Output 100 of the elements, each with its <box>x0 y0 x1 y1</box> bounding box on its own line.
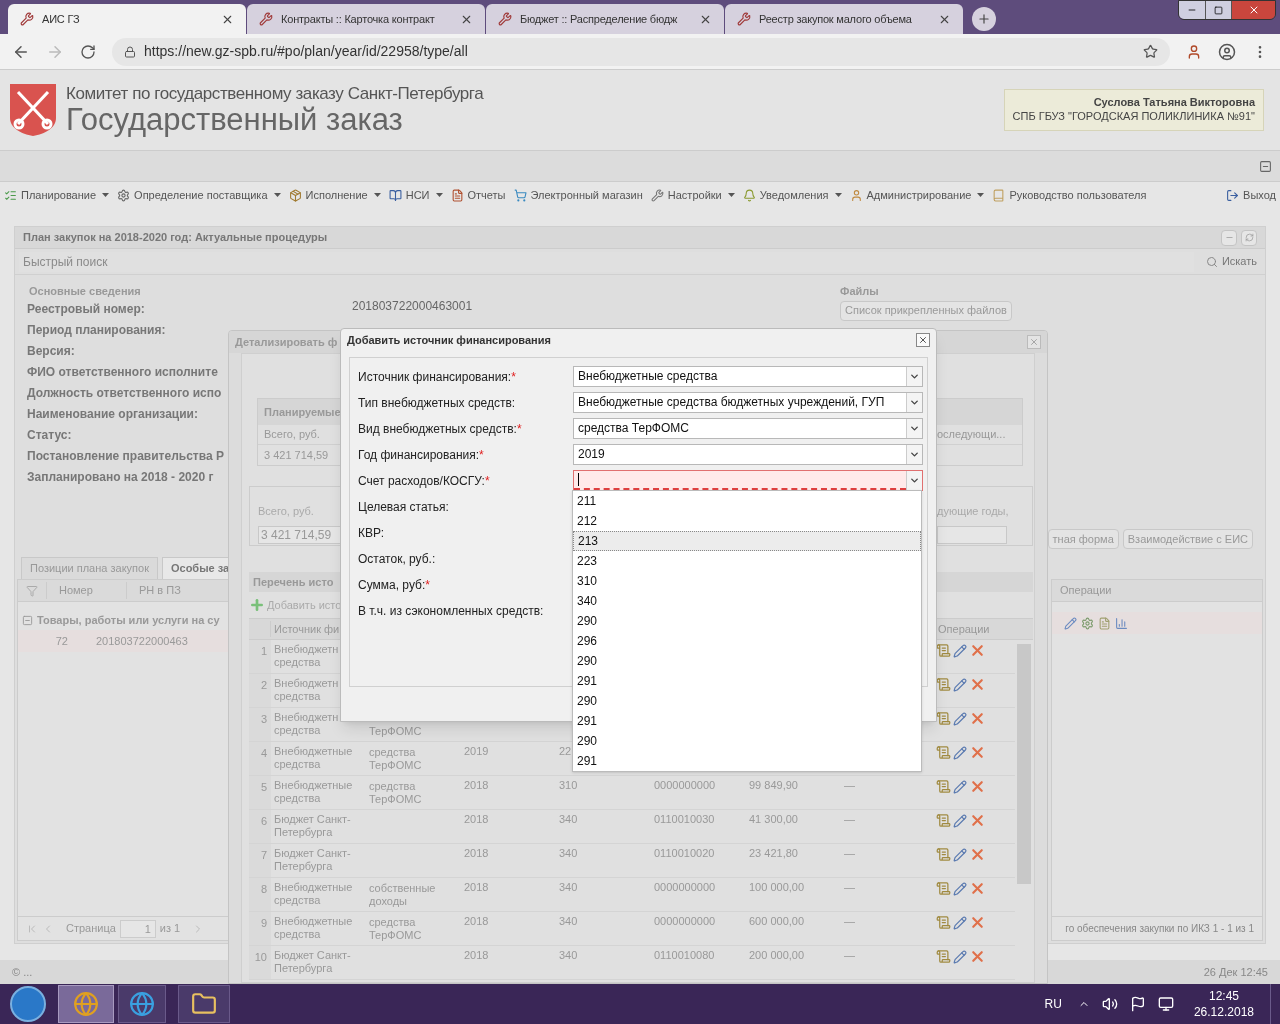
column-header: Всего, руб. <box>263 427 320 443</box>
form-label: Год финансирования:* <box>358 448 484 462</box>
table-cell-text: средства ТерФОМС <box>369 780 423 806</box>
table-cell: 100 000,00 <box>749 881 805 893</box>
tab-title: Реестр закупок малого объема <box>759 11 913 27</box>
field-value: 201803722000463001 <box>352 298 474 315</box>
pager-summary: го обеспечения закупки по ИКЗ 1 - 1 из 1 <box>1065 922 1254 936</box>
row-number: 2 <box>249 674 271 707</box>
table-cell: 200 000,00 <box>749 949 805 961</box>
column-header: Операции <box>937 621 990 637</box>
form-label: Тип внебюджетных средств: <box>358 396 516 410</box>
table-cell: 99 849,90 <box>749 779 798 791</box>
table-cell: 23 421,80 <box>749 847 798 859</box>
field-label: Должность ответственного испо <box>27 384 222 402</box>
form-label: Вид внебюджетных средств:* <box>358 422 522 436</box>
table-cell: 2018 <box>464 915 489 927</box>
box-title: Планируемые <box>264 404 341 420</box>
table-cell: 0110010080 <box>654 949 715 961</box>
field-label: Период планирования: <box>27 321 166 339</box>
table-cell: 340 <box>559 949 578 961</box>
table-cell: Внебюджетные средства <box>274 915 353 940</box>
copyright-text: © ... <box>12 964 33 980</box>
table-cell: — <box>844 779 855 791</box>
row-number: 1 <box>249 640 271 673</box>
dialog-title: Детализировать ф <box>235 334 338 350</box>
row-number: 3 <box>249 708 271 741</box>
table-cell: 2018 <box>464 847 489 859</box>
table-cell: Внебюджетн средства <box>274 643 339 668</box>
table-cell: Бюджет Санкт-Петербурга <box>274 847 351 872</box>
table-cell: — <box>844 915 855 927</box>
form-label: Остаток, руб.: <box>358 552 436 566</box>
form-label: В т.ч. из сэкономленных средств: <box>358 604 544 618</box>
tab-title: Контракты :: Карточка контракт <box>281 11 436 27</box>
section-title: Основные сведения <box>29 284 141 299</box>
dialog-title: Добавить источник финансирования <box>347 332 551 348</box>
pager-label: Страница <box>66 921 116 937</box>
column-header: Операции <box>1059 583 1112 599</box>
page-count: из 1 <box>159 921 181 937</box>
form-label: Сумма, руб:* <box>358 578 430 592</box>
status-datetime: 26 Дек 12:45 <box>1203 964 1268 980</box>
table-cell: Внебюджетн средства <box>274 677 339 702</box>
table-cell: 0000000000 <box>654 779 716 791</box>
table-cell: Внебюджетные средства <box>274 881 353 906</box>
table-cell: 41 300,00 <box>749 813 798 825</box>
tab-title: АИС ГЗ <box>42 11 81 27</box>
site-title: Государственный заказ <box>66 104 404 135</box>
table-cell: 310 <box>559 779 578 791</box>
field-label: Реестровый номер: <box>27 300 145 318</box>
table-cell: 2018 <box>464 813 489 825</box>
field-label: Версия: <box>27 342 75 360</box>
row-number: 6 <box>249 810 271 843</box>
section-title: Перечень исто <box>253 574 334 590</box>
form-label: Источник финансирования:* <box>358 370 516 384</box>
column-header: РН в ПЗ <box>126 582 181 599</box>
table-cell: 340 <box>559 813 578 825</box>
form-label: КВР: <box>358 526 385 540</box>
table-cell: 2018 <box>464 881 489 893</box>
row-number: 9 <box>249 912 271 945</box>
table-cell-text: 201803722000463 <box>95 633 188 649</box>
table-cell: 2018 <box>464 779 489 791</box>
user-organization: СПБ ГБУЗ "ГОРОДСКАЯ ПОЛИКЛИНИКА №91" <box>1012 110 1255 124</box>
row-number: 8 <box>249 878 271 911</box>
row-number: 4 <box>249 742 271 775</box>
table-cell: 600 000,00 <box>749 915 805 927</box>
table-cell: 0000000000 <box>654 915 716 927</box>
table-cell: Бюджет Санкт-Петербурга <box>274 813 351 838</box>
column-header: оследующи... <box>937 427 1007 443</box>
table-cell: 340 <box>559 881 578 893</box>
user-name: Суслова Татьяна Викторовна <box>1093 96 1255 110</box>
tab-title: Бюджет :: Распределение бюдж <box>520 11 679 27</box>
panel-title: План закупок на 2018-2020 год: Актуальные процедуры <box>23 230 328 246</box>
table-cell: 2018 <box>464 949 489 961</box>
table-cell: 22 <box>559 745 572 757</box>
table-cell: 0110010030 <box>654 813 715 825</box>
field-label: Статус: <box>27 426 72 444</box>
table-cell: Бюджет Санкт-Петербурга <box>274 949 351 974</box>
total-value: 3 421 714,59 <box>263 447 329 463</box>
table-cell: 0110010020 <box>654 847 715 859</box>
field-label: ФИО ответственного исполните <box>27 363 218 381</box>
form-label: Целевая статья: <box>358 500 449 514</box>
form-label: Счет расходов/КОСГУ:* <box>358 474 490 488</box>
table-cell-text: 72 <box>54 633 69 649</box>
url-text: https://new.gz-spb.ru/#po/plan/year/id/22958/type/all <box>144 42 468 61</box>
org-name: Комитет по государственному заказу Санкт-Петербурга <box>66 85 484 102</box>
table-cell: — <box>844 881 855 893</box>
table-cell-text: средства ТерФОМС <box>369 746 423 772</box>
field-label: Наименование организации: <box>27 405 198 423</box>
table-cell: — <box>844 813 855 825</box>
table-cell: Внебюджетные средства <box>274 745 353 770</box>
table-cell: 0000000000 <box>654 881 716 893</box>
table-cell-text: средства ТерФОМС <box>369 916 423 942</box>
table-cell: Внебюджетн средства <box>274 711 339 736</box>
table-cell: 340 <box>559 915 578 927</box>
table-cell: Внебюджетные средства <box>274 779 353 804</box>
table-cell: — <box>844 949 855 961</box>
row-number: 10 <box>249 946 271 979</box>
row-number: 7 <box>249 844 271 877</box>
table-cell: 340 <box>559 847 578 859</box>
table-cell: 2019 <box>464 745 489 757</box>
table-cell: — <box>844 847 855 859</box>
